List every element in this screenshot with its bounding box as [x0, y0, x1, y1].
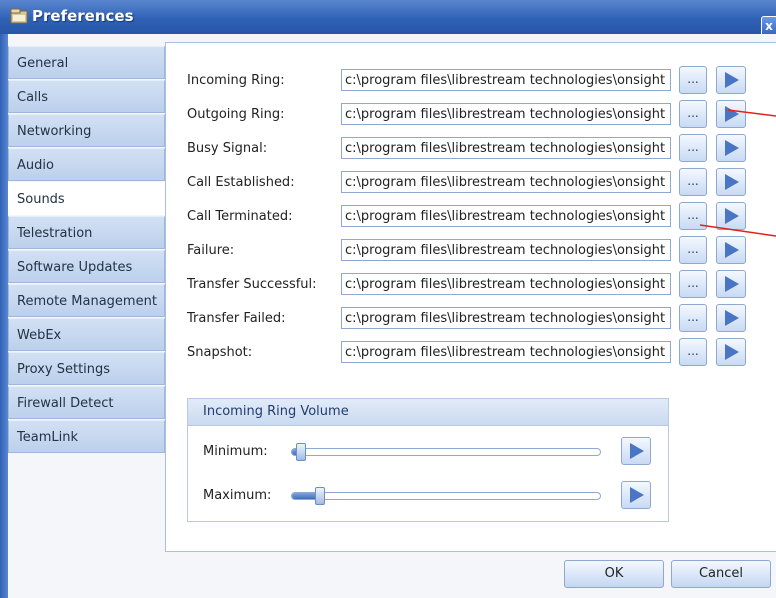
annotation-line-browse [699, 224, 776, 237]
annotation-arrows [699, 109, 776, 237]
annotation-line-play [727, 109, 776, 117]
